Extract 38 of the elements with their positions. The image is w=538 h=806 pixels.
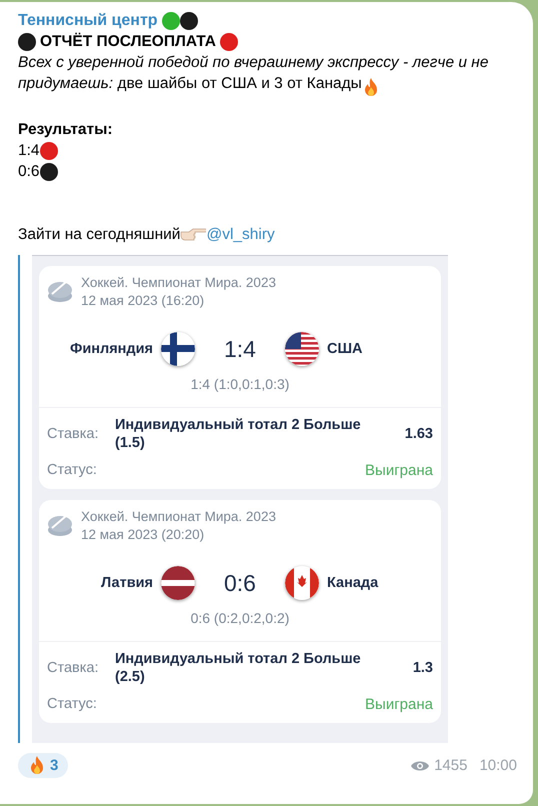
flag-icon [161, 332, 195, 366]
flag-icon [285, 566, 319, 600]
status-label: Статус: [47, 461, 97, 480]
status-label: Статус: [47, 695, 97, 714]
bet-description: Индивидуальный тотал 2 Больше (1.5) [115, 416, 362, 452]
flag-icon [285, 332, 319, 366]
fire-icon [28, 755, 46, 776]
team-name: Латвия [100, 574, 153, 592]
result-score: 0:6 [18, 162, 40, 182]
result-score: 1:4 [18, 141, 40, 161]
message-time: 10:00 [479, 756, 517, 776]
team-name: Канада [327, 574, 380, 592]
period-scores: 0:6 (0:2,0:2,0:2) [190, 609, 290, 628]
view-count: 1455 [434, 756, 468, 776]
results-heading: Результаты: [18, 120, 114, 140]
status-value: Выиграна [365, 695, 433, 715]
channel-link[interactable]: @vl_shiry [206, 224, 275, 245]
period-scores: 1:4 (1:0,0:1,0:3) [190, 375, 290, 394]
team-name: США [327, 340, 364, 358]
match-score: 1:4 [223, 338, 257, 360]
channel-name[interactable]: Теннисный центр [18, 10, 158, 31]
cta-text: Зайти на сегодняшний [18, 225, 180, 245]
team-name: Финляндия [68, 340, 153, 358]
message-paragraph: Всех с уверенной победой по вчерашнему экспрессу - легче и не придумаешь: две шайбы от США и 3 от Канады [18, 52, 517, 98]
match-score: 0:6 [223, 572, 257, 594]
odds-value: 1.3 [412, 659, 433, 677]
match-date: 12 мая 2023 (16:20) [81, 292, 206, 310]
tournament-label: Хоккей. Чемпионат Мира. 2023 [81, 508, 276, 526]
reaction-chip[interactable]: 3 [18, 753, 68, 778]
match-date: 12 мая 2023 (20:20) [81, 526, 206, 544]
bet-label: Ставка: [47, 658, 100, 678]
status-value: Выиграна [365, 461, 433, 481]
headline-text: ОТЧЁТ ПОСЛЕОПЛАТА [40, 32, 216, 52]
tournament-label: Хоккей. Чемпионат Мира. 2023 [81, 274, 276, 292]
bet-description: Индивидуальный тотал 2 Больше (2.5) [115, 650, 362, 686]
bet-label: Ставка: [47, 424, 100, 444]
flag-icon [161, 566, 195, 600]
odds-value: 1.63 [404, 425, 433, 443]
